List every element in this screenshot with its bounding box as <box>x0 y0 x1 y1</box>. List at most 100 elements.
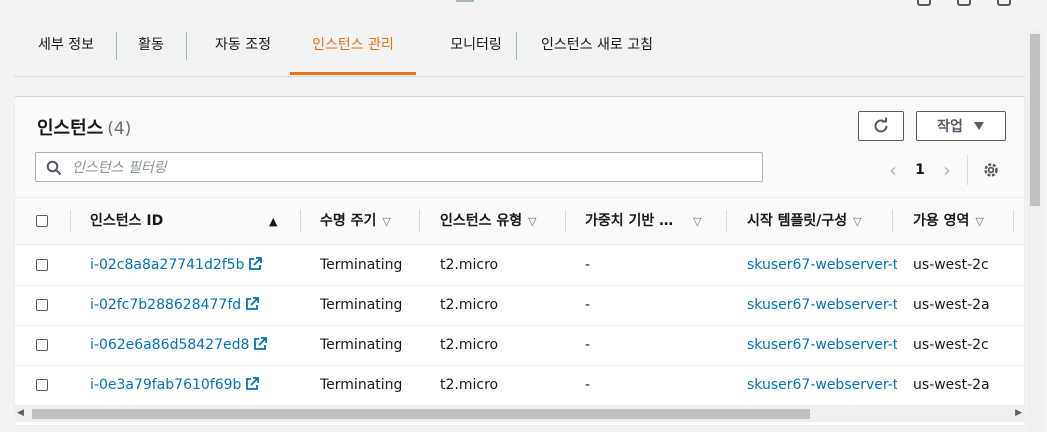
weight-cell: - <box>585 257 591 273</box>
refresh-button[interactable] <box>858 111 904 141</box>
az-cell: us-west-2c <box>913 337 989 353</box>
panel-title: 인스턴스 (4) <box>37 114 131 140</box>
column-label: 수명 주기 <box>320 213 377 229</box>
settings-gear-icon[interactable] <box>982 161 1000 179</box>
sort-icon: ▽ <box>382 215 391 228</box>
type-cell: t2.micro <box>440 377 499 393</box>
tab-monitoring[interactable]: 모니터링 <box>428 16 524 75</box>
select-all-checkbox[interactable] <box>36 215 48 227</box>
template-link[interactable]: skuser67-webserver-te <box>747 365 897 405</box>
column-divider <box>419 210 420 232</box>
instance-filter[interactable] <box>35 152 763 182</box>
lifecycle-cell: Terminating <box>320 337 403 353</box>
tab-separator <box>516 32 517 60</box>
type-cell: t2.micro <box>440 337 499 353</box>
pager-divider <box>967 155 968 185</box>
column-availability-zone[interactable]: 가용 영역 ▽ <box>913 198 984 244</box>
instances-panel: 인스턴스(4) 작업 ‹ 1 › <box>14 96 1025 426</box>
vertical-scrollbar[interactable] <box>1027 30 1043 432</box>
sort-icon: ▽ <box>975 215 984 228</box>
instance-id-link[interactable]: i-062e6a86d58427ed8 <box>90 337 249 353</box>
tab-separator <box>116 32 117 60</box>
lifecycle-cell: Terminating <box>320 257 403 273</box>
vertical-scroll-thumb[interactable] <box>1030 34 1040 206</box>
row-checkbox[interactable] <box>36 339 48 351</box>
tab-bar: 세부 정보 활동 자동 조정 인스턴스 관리 모니터링 인스턴스 새로 고침 <box>14 16 1025 77</box>
panel-title-text: 인스턴스 <box>37 118 104 139</box>
weight-cell: - <box>585 297 591 313</box>
tab-instance-refresh[interactable]: 인스턴스 새로 고침 <box>532 16 662 75</box>
scroll-left-icon[interactable]: ◀ <box>17 408 24 418</box>
window-icon[interactable] <box>997 0 1011 6</box>
template-link[interactable]: skuser67-webserver-te <box>747 325 897 365</box>
scroll-right-icon[interactable]: ▶ <box>1015 408 1022 418</box>
window-controls <box>917 0 1011 6</box>
table-header: 인스턴스 ID ▲ 수명 주기 ▽ 인스턴스 유형 ▽ 가중치 기반 … ▽ 시작 템… <box>15 198 1024 245</box>
instance-id-link[interactable]: i-02c8a8a27741d2f5b <box>90 257 244 273</box>
instance-id-link[interactable]: i-02fc7b288628477fd <box>90 297 241 313</box>
table-row[interactable]: i-02fc7b288628477fd Terminating t2.micro… <box>15 285 1024 326</box>
external-link-icon[interactable] <box>245 297 260 311</box>
template-link[interactable]: skuser67-webserver-te <box>747 245 897 285</box>
column-weighted-capacity[interactable]: 가중치 기반 … ▽ <box>585 198 702 244</box>
column-lifecycle[interactable]: 수명 주기 ▽ <box>320 198 391 244</box>
column-instance-type[interactable]: 인스턴스 유형 ▽ <box>440 198 537 244</box>
actions-dropdown-button[interactable]: 작업 <box>916 111 1006 141</box>
weight-cell: - <box>585 377 591 393</box>
row-checkbox[interactable] <box>36 379 48 391</box>
row-checkbox[interactable] <box>36 259 48 271</box>
column-divider <box>1013 210 1014 232</box>
column-divider <box>70 210 71 232</box>
top-divider <box>456 0 474 2</box>
search-input[interactable] <box>70 156 754 180</box>
external-link-icon[interactable] <box>245 377 260 391</box>
refresh-icon <box>874 117 888 133</box>
tab-instance-management[interactable]: 인스턴스 관리 <box>290 16 416 75</box>
lifecycle-cell: Terminating <box>320 297 403 313</box>
instance-count: (4) <box>107 119 132 139</box>
column-divider <box>565 210 566 232</box>
column-divider <box>726 210 727 232</box>
caret-down-icon <box>973 122 984 130</box>
type-cell: t2.micro <box>440 257 499 273</box>
window-icon[interactable] <box>917 0 931 6</box>
tab-details[interactable]: 세부 정보 <box>22 16 110 75</box>
instance-id-link[interactable]: i-0e3a79fab7610f69b <box>90 377 241 393</box>
table-row[interactable]: i-02c8a8a27741d2f5b Terminating t2.micro… <box>15 245 1024 286</box>
az-cell: us-west-2a <box>913 377 990 393</box>
prev-page-icon[interactable]: ‹ <box>881 158 905 182</box>
lifecycle-cell: Terminating <box>320 377 403 393</box>
row-checkbox[interactable] <box>36 299 48 311</box>
column-divider <box>892 210 893 232</box>
search-icon <box>46 160 62 176</box>
next-page-icon[interactable]: › <box>935 158 959 182</box>
weight-cell: - <box>585 337 591 353</box>
column-divider <box>300 210 301 232</box>
sort-ascending-icon[interactable]: ▲ <box>269 198 277 244</box>
pagination: ‹ 1 › <box>881 155 1000 185</box>
column-label: 인스턴스 ID <box>90 213 164 229</box>
column-launch-template[interactable]: 시작 템플릿/구성 ▽ <box>747 198 862 244</box>
window-icon[interactable] <box>957 0 971 6</box>
column-label: 인스턴스 유형 <box>440 213 523 229</box>
actions-label: 작업 <box>937 119 963 135</box>
horizontal-scroll-thumb[interactable] <box>32 409 810 419</box>
table-row[interactable]: i-0e3a79fab7610f69b Terminating t2.micro… <box>15 365 1024 406</box>
sort-icon: ▽ <box>693 215 702 228</box>
horizontal-scrollbar[interactable]: ◀ ▶ <box>14 406 1025 422</box>
table-row[interactable]: i-062e6a86d58427ed8 Terminating t2.micro… <box>15 325 1024 366</box>
type-cell: t2.micro <box>440 297 499 313</box>
external-link-icon[interactable] <box>253 337 268 351</box>
az-cell: us-west-2a <box>913 297 990 313</box>
template-link[interactable]: skuser67-webserver-te <box>747 285 897 325</box>
tab-auto-scaling[interactable]: 자동 조정 <box>198 16 288 75</box>
panel-header: 인스턴스(4) 작업 ‹ 1 › <box>15 97 1024 198</box>
tab-activity[interactable]: 활동 <box>126 16 176 75</box>
az-cell: us-west-2c <box>913 257 989 273</box>
column-instance-id[interactable]: 인스턴스 ID <box>90 198 163 244</box>
external-link-icon[interactable] <box>248 257 263 271</box>
column-label: 가중치 기반 … <box>585 213 674 229</box>
column-label: 시작 템플릿/구성 <box>747 213 848 229</box>
current-page[interactable]: 1 <box>905 162 935 178</box>
sort-icon: ▽ <box>528 215 537 228</box>
